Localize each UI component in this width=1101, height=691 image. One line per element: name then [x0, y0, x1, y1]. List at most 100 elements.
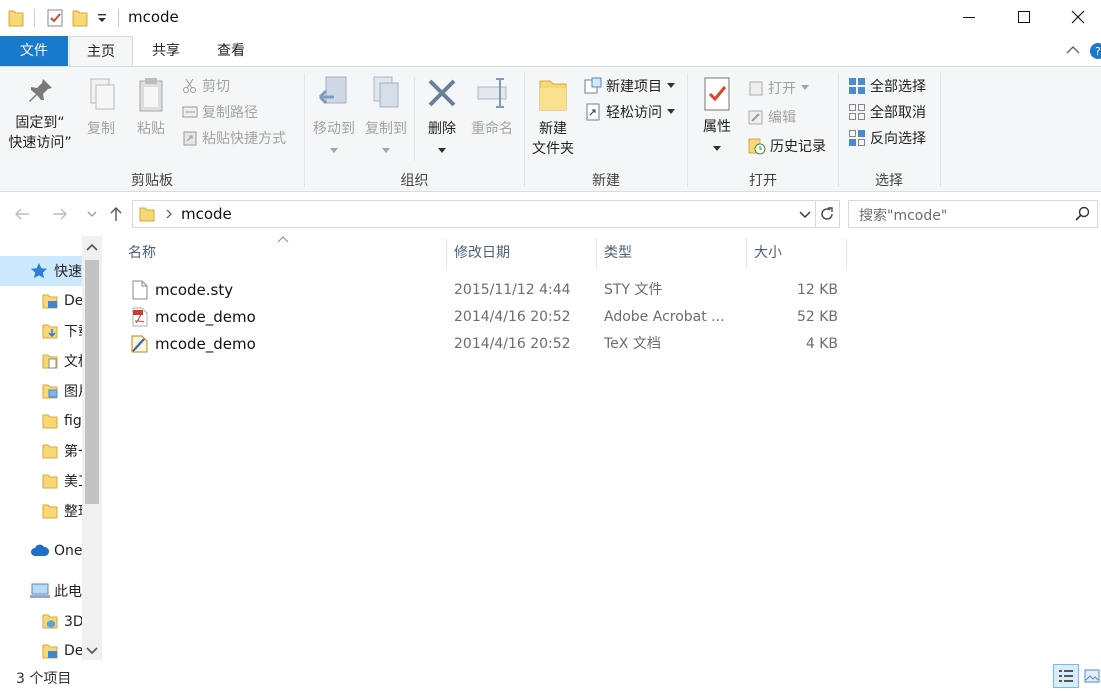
file-name: mcode_demo [155, 335, 256, 353]
file-date: 2015/11/12 4:44 [454, 282, 571, 298]
rename-icon [477, 78, 507, 108]
delete-button[interactable]: 删除 [418, 75, 466, 159]
search-input[interactable]: 搜索"mcode" [859, 205, 947, 225]
file-row[interactable]: mcode.sty 2015/11/12 4:44 STY 文件 12 KB [124, 277, 848, 304]
close-button[interactable] [1052, 0, 1101, 34]
nav-item-documents[interactable]: 文档 [0, 346, 82, 376]
select-all-button[interactable]: 全部选择 [848, 75, 926, 97]
select-none-icon [849, 104, 865, 120]
status-bar: 3 个项目 [0, 660, 1101, 691]
nav-item-desktop-2[interactable]: Desktop [0, 636, 82, 660]
tab-view[interactable]: 查看 [199, 36, 263, 66]
new-item-button[interactable]: 新建项目 [584, 75, 680, 97]
chevron-down-icon[interactable] [799, 211, 811, 219]
nav-item-desktop[interactable]: Desktop [0, 286, 82, 316]
open-button[interactable]: 打开 [748, 77, 814, 99]
copy-to-button[interactable]: 复制到 [360, 75, 412, 159]
nav-item-figures[interactable]: figures [0, 406, 82, 436]
nav-item-art[interactable]: 美工 [0, 466, 82, 496]
pdf-file-icon [132, 307, 148, 327]
dropdown-arrow-icon [382, 148, 390, 153]
customize-dropdown-icon[interactable] [96, 12, 108, 32]
chevron-down-icon [87, 211, 97, 217]
tex-file-icon [131, 335, 148, 353]
move-to-icon [318, 76, 347, 105]
search-icon[interactable] [1075, 206, 1091, 222]
rename-button[interactable]: 重命名 [466, 75, 518, 139]
details-view-icon [1059, 670, 1073, 682]
scroll-down-icon[interactable] [82, 640, 102, 660]
column-header-size[interactable]: 大小 [754, 236, 844, 268]
file-row[interactable]: mcode_demo 2014/4/16 20:52 TeX 文档 4 KB [124, 331, 848, 358]
properties-check-icon[interactable] [46, 8, 64, 28]
window-title: mcode [128, 8, 179, 26]
pin-label-line1: 固定到“ [15, 115, 65, 131]
refresh-icon[interactable] [819, 206, 835, 222]
pin-quick-access-button[interactable]: 固定到“ 快速访问” [4, 75, 76, 153]
scroll-up-icon[interactable] [82, 238, 102, 258]
folder-icon [42, 614, 58, 629]
file-type: STY 文件 [604, 282, 663, 298]
file-date: 2014/4/16 20:52 [454, 336, 571, 352]
nav-item-onedrive[interactable]: OneDrive [0, 536, 82, 566]
column-header-type[interactable]: 类型 [604, 236, 744, 268]
column-header-name[interactable]: 名称 [128, 236, 444, 268]
address-bar[interactable]: mcode [132, 200, 840, 228]
navigation-bar: mcode 搜索"mcode" [0, 192, 1101, 236]
move-to-button[interactable]: 移动到 [308, 75, 360, 159]
nav-item-quick-access[interactable]: 快速访问 [0, 256, 82, 286]
forward-button[interactable] [50, 204, 70, 224]
copy-path-button[interactable]: 复制路径 [182, 101, 258, 123]
nav-item-pictures[interactable]: 图片 [0, 376, 82, 406]
nav-item-chapter-one[interactable]: 第一章 [0, 436, 82, 466]
nav-item-this-pc[interactable]: 此电脑 [0, 576, 82, 606]
nav-item-downloads[interactable]: 下载 [0, 316, 82, 346]
scrollbar-thumb[interactable] [85, 260, 99, 504]
help-icon[interactable]: ? [1090, 43, 1101, 63]
folder-icon [42, 644, 58, 659]
close-icon [1071, 10, 1085, 24]
folder-icon [42, 414, 58, 429]
details-view-button[interactable] [1053, 664, 1079, 688]
select-none-button[interactable]: 全部取消 [848, 101, 926, 123]
invert-selection-button[interactable]: 反向选择 [848, 127, 926, 149]
properties-button[interactable]: 属性 [694, 75, 740, 157]
history-button[interactable]: 历史记录 [748, 135, 826, 157]
dropdown-arrow-icon [330, 148, 338, 153]
nav-item-3d-objects[interactable]: 3D 对象 [0, 606, 82, 636]
recent-locations-button[interactable] [82, 204, 102, 224]
new-folder-icon[interactable] [72, 8, 88, 28]
tab-share[interactable]: 共享 [134, 36, 198, 66]
delete-x-icon [428, 79, 456, 107]
nav-pane-scrollbar[interactable] [82, 236, 102, 660]
file-name: mcode_demo [155, 308, 256, 326]
file-row[interactable]: mcode_demo 2014/4/16 20:52 Adobe Acrobat… [124, 304, 848, 331]
maximize-button[interactable] [998, 0, 1050, 34]
tab-file[interactable]: 文件 [0, 36, 68, 66]
search-box[interactable]: 搜索"mcode" [848, 200, 1098, 228]
easy-access-icon [586, 103, 600, 121]
collapse-ribbon-icon[interactable] [1066, 44, 1080, 60]
ribbon: 固定到“ 快速访问” 复制 粘贴 剪切 复制路径 粘贴快捷方式 剪贴板 移动到 … [0, 66, 1101, 192]
paste-shortcut-button[interactable]: 粘贴快捷方式 [182, 127, 286, 149]
new-folder-button[interactable]: 新建 文件夹 [528, 75, 578, 159]
column-header-date[interactable]: 修改日期 [454, 236, 594, 268]
paste-button[interactable]: 粘贴 [128, 75, 174, 139]
nav-item-organize[interactable]: 整理 [0, 496, 82, 526]
minimize-button[interactable] [943, 0, 995, 34]
ribbon-tabs: 文件 主页 共享 查看 ? [0, 36, 1101, 67]
up-button[interactable] [106, 204, 126, 224]
copy-button[interactable]: 复制 [80, 75, 122, 139]
large-icons-view-button[interactable] [1082, 664, 1101, 688]
tab-home[interactable]: 主页 [69, 36, 133, 67]
back-button[interactable] [12, 204, 32, 224]
file-type: TeX 文档 [604, 336, 661, 352]
easy-access-button[interactable]: 轻松访问 [584, 101, 680, 123]
file-size: 52 KB [796, 309, 838, 325]
computer-icon [30, 583, 50, 598]
edit-button[interactable]: 编辑 [748, 106, 796, 128]
blank-file-icon [132, 280, 148, 300]
breadcrumb-current[interactable]: mcode [181, 205, 232, 223]
pin-icon [29, 79, 52, 102]
cut-button[interactable]: 剪切 [182, 75, 230, 97]
